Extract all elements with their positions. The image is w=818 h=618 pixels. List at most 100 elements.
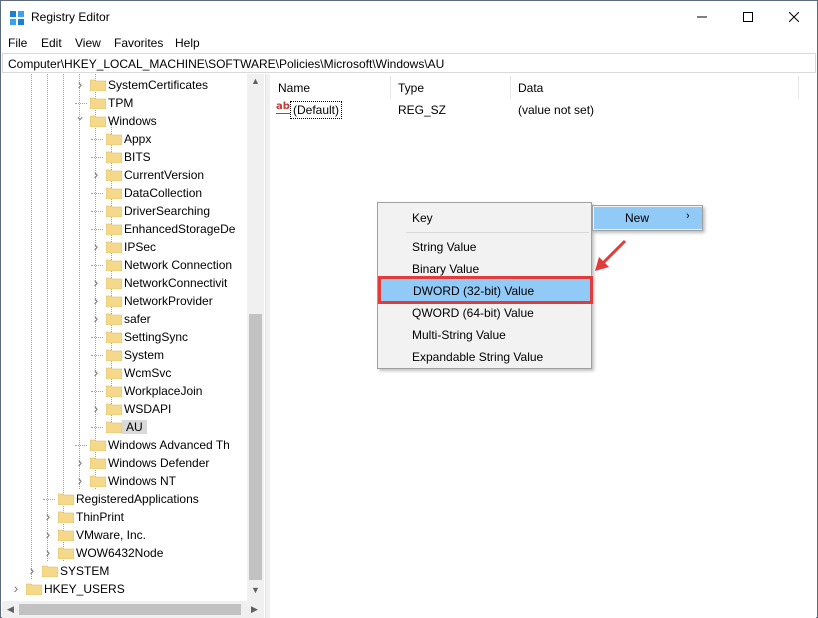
tree-item[interactable]: ⌄ Windows — [2, 110, 247, 130]
maximize-icon — [743, 12, 753, 22]
tree-item[interactable]: › IPSec — [2, 238, 247, 256]
tree-item[interactable]: WorkplaceJoin — [2, 382, 247, 400]
tree-guide-line — [91, 139, 103, 140]
menu-file[interactable]: File — [8, 36, 27, 50]
column-divider[interactable] — [390, 76, 391, 98]
menu-item-expandable-string-value[interactable]: Expandable String Value — [378, 345, 591, 367]
chevron-right-icon[interactable]: › — [91, 293, 101, 307]
folder-icon — [106, 169, 122, 181]
scroll-right-icon[interactable]: ▶ — [246, 604, 263, 615]
tree-item[interactable]: DriverSearching — [2, 202, 247, 220]
tree-item[interactable]: › Windows Defender — [2, 454, 247, 472]
tree-item[interactable]: › WcmSvc — [2, 364, 247, 382]
menu-item-label: Multi-String Value — [412, 328, 506, 342]
tree-item-label: VMware, Inc. — [76, 528, 147, 542]
tree-item[interactable]: BITS — [2, 148, 247, 166]
menu-item-label: QWORD (64-bit) Value — [412, 306, 534, 320]
chevron-right-icon[interactable]: › — [91, 311, 101, 325]
tree-hscroll-thumb[interactable] — [19, 604, 241, 615]
chevron-right-icon[interactable]: › — [75, 473, 85, 487]
chevron-down-icon[interactable]: ⌄ — [75, 110, 85, 122]
scroll-down-icon[interactable]: ▼ — [247, 585, 264, 595]
tree-item[interactable]: Windows Advanced Th — [2, 436, 247, 454]
tree-guide-line — [91, 355, 103, 356]
scroll-left-icon[interactable]: ◀ — [2, 604, 19, 615]
menu-edit[interactable]: Edit — [41, 36, 62, 50]
chevron-right-icon[interactable]: › — [27, 563, 37, 577]
tree-item[interactable]: › SystemCertificates — [2, 76, 247, 94]
chevron-right-icon[interactable]: › — [11, 581, 21, 595]
menu-item-multi-string-value[interactable]: Multi-String Value — [378, 323, 591, 345]
tree-item[interactable]: › Windows NT — [2, 472, 247, 490]
menu-separator — [406, 232, 589, 233]
tree-item[interactable]: › NetworkConnectivit — [2, 274, 247, 292]
menu-view[interactable]: View — [75, 36, 101, 50]
tree-item[interactable]: › safer — [2, 310, 247, 328]
tree-item[interactable]: System — [2, 346, 247, 364]
chevron-right-icon[interactable]: › — [91, 167, 101, 181]
tree-item-label: TPM — [108, 96, 134, 110]
folder-icon — [106, 403, 122, 415]
tree-item-label: Windows NT — [108, 474, 177, 488]
chevron-right-icon[interactable]: › — [91, 239, 101, 253]
tree-item-label: WSDAPI — [124, 402, 172, 416]
tree-item[interactable]: › SYSTEM — [2, 562, 247, 580]
tree-item[interactable]: Appx — [2, 130, 247, 148]
folder-icon — [106, 223, 122, 235]
column-divider[interactable] — [798, 76, 799, 98]
tree-item[interactable]: › VMware, Inc. — [2, 526, 247, 544]
address-bar[interactable]: Computer\HKEY_LOCAL_MACHINE\SOFTWARE\Pol… — [2, 53, 816, 73]
chevron-right-icon[interactable]: › — [91, 275, 101, 289]
tree-vertical-scrollbar[interactable]: ▲ ▼ — [247, 74, 264, 601]
tree-item[interactable]: › WOW6432Node — [2, 544, 247, 562]
minimize-button[interactable] — [679, 1, 725, 33]
tree-item[interactable]: › ThinPrint — [2, 508, 247, 526]
column-header-data[interactable]: Data — [518, 74, 543, 100]
close-button[interactable] — [771, 1, 817, 33]
menu-help[interactable]: Help — [175, 36, 200, 50]
tree-item[interactable]: › NetworkProvider — [2, 292, 247, 310]
tree-item[interactable]: AU — [2, 418, 247, 436]
tree-horizontal-scrollbar[interactable]: ◀ ▶ — [2, 601, 264, 618]
column-header-name[interactable]: Name — [278, 74, 310, 100]
column-header-type[interactable]: Type — [398, 74, 424, 100]
tree-item-label: SystemCertificates — [108, 78, 209, 92]
scroll-up-icon[interactable]: ▲ — [247, 76, 264, 86]
tree-item-label: Windows Defender — [108, 456, 210, 470]
column-divider[interactable] — [510, 76, 511, 98]
folder-icon — [90, 79, 106, 91]
menu-item-key[interactable]: Key — [378, 206, 591, 228]
menu-item-dword-value[interactable]: DWORD (32-bit) Value — [378, 276, 593, 304]
tree-item[interactable]: › HKEY_USERS — [2, 580, 247, 598]
maximize-button[interactable] — [725, 1, 771, 33]
tree-item[interactable]: TPM — [2, 94, 247, 112]
tree-item[interactable]: › WSDAPI — [2, 400, 247, 418]
value-row[interactable]: ab (Default) REG_SZ (value not set) — [270, 100, 816, 120]
tree-item-label: WcmSvc — [124, 366, 172, 380]
chevron-right-icon[interactable]: › — [75, 77, 85, 91]
address-path[interactable]: Computer\HKEY_LOCAL_MACHINE\SOFTWARE\Pol… — [8, 57, 444, 71]
chevron-right-icon[interactable]: › — [91, 365, 101, 379]
menu-item-new[interactable]: New › — [594, 207, 702, 229]
tree-item[interactable]: DataCollection — [2, 184, 247, 202]
chevron-right-icon: › — [686, 210, 690, 222]
menu-item-qword-value[interactable]: QWORD (64-bit) Value — [378, 301, 591, 323]
menu-favorites[interactable]: Favorites — [114, 36, 163, 50]
tree-item[interactable]: RegisteredApplications — [2, 490, 247, 508]
folder-icon — [106, 385, 122, 397]
value-name[interactable]: (Default) — [290, 101, 343, 119]
tree-item[interactable]: › CurrentVersion — [2, 166, 247, 184]
folder-icon — [106, 187, 122, 199]
tree-item[interactable]: EnhancedStorageDe — [2, 220, 247, 238]
menu-item-string-value[interactable]: String Value — [378, 235, 591, 257]
chevron-right-icon[interactable]: › — [43, 509, 53, 523]
tree-item[interactable]: SettingSync — [2, 328, 247, 346]
chevron-right-icon[interactable]: › — [43, 527, 53, 541]
close-icon — [789, 12, 799, 22]
chevron-right-icon[interactable]: › — [91, 401, 101, 415]
tree-item[interactable]: Network Connection — [2, 256, 247, 274]
chevron-right-icon[interactable]: › — [75, 455, 85, 469]
tree-scroll-thumb[interactable] — [249, 314, 262, 580]
folder-icon — [90, 457, 106, 469]
chevron-right-icon[interactable]: › — [43, 545, 53, 559]
